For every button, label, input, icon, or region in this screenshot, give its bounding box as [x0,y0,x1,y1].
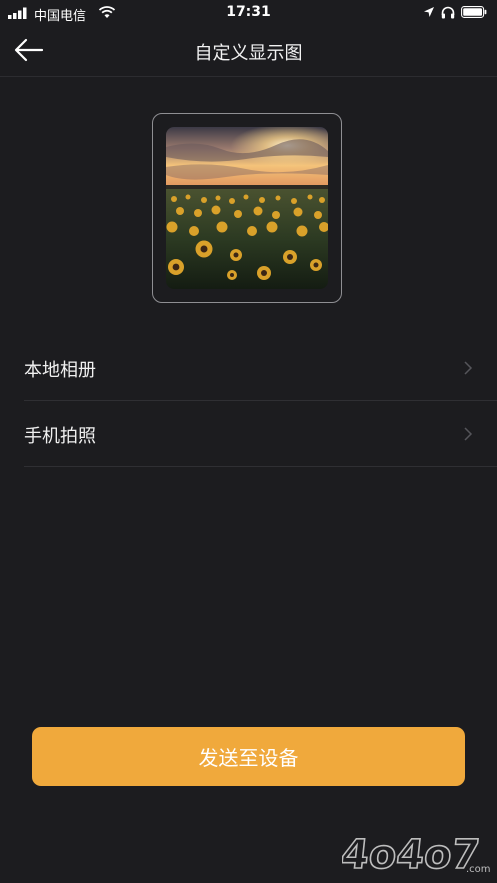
display-image-preview [152,113,342,303]
divider [24,400,497,401]
status-bar: 中国电信 17:31 [0,0,497,26]
location-icon [424,7,434,17]
chevron-right-icon [464,427,473,441]
svg-text:.com: .com [466,864,491,875]
option-label: 手机拍照 [24,426,96,447]
option-local-album[interactable]: 本地相册 [24,336,497,400]
sunflower-field-image [166,127,328,289]
page-title: 自定义显示图 [194,43,303,64]
option-label: 本地相册 [24,360,96,381]
send-to-device-button[interactable]: 发送至设备 [32,727,465,786]
battery-icon [461,6,487,18]
svg-text:4o4o7: 4o4o7 [342,832,482,878]
navigation-bar: 自定义显示图 [0,26,497,77]
divider [24,466,497,467]
watermark-logo: 4o4o7 .com [342,831,491,878]
chevron-right-icon [464,361,473,375]
option-take-photo[interactable]: 手机拍照 [24,402,497,466]
headphones-icon [441,6,455,19]
send-button-label: 发送至设备 [198,746,299,770]
